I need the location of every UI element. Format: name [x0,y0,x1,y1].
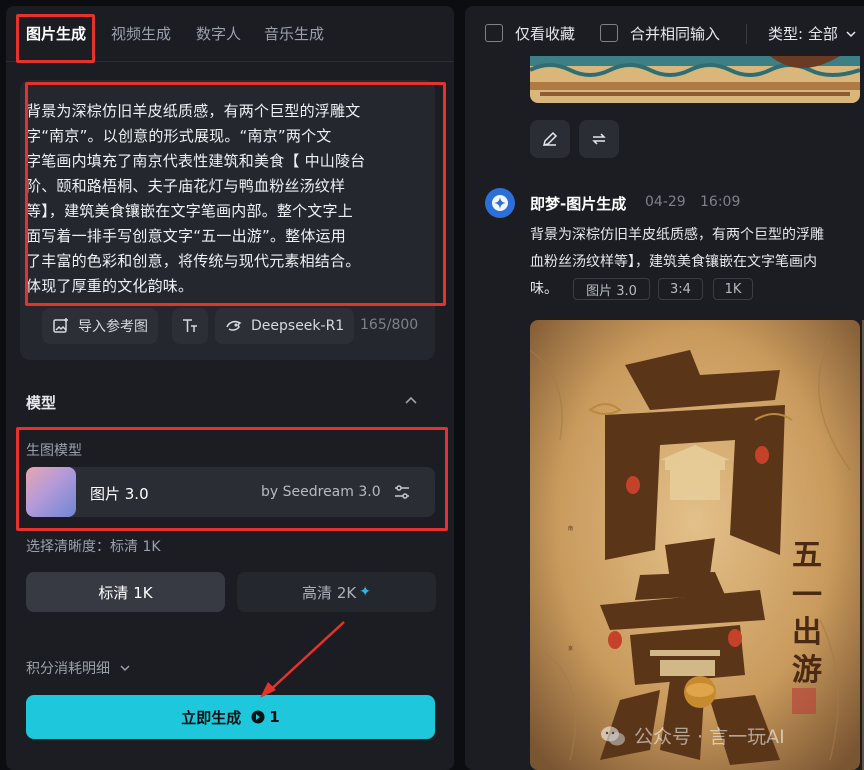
prompt-line: 了丰富的色彩和创意，将传统与现代元素相结合。 [26,252,361,270]
refresh-icon [592,133,606,145]
tag-resolution: 1K [713,278,753,300]
nanjing-poster-art: 五 一 出 游 南 京 [530,320,860,770]
chevron-down-icon [846,30,856,37]
poster-big-char-1: 南 [568,525,573,532]
import-reference-label: 导入参考图 [78,319,148,335]
prompt-line: 面写着一排手写创意文字“五一出游”。整体运用 [26,227,346,245]
favorites-label: 仅看收藏 [515,25,576,43]
tag-ratio: 3:4 [658,278,703,300]
message-time: 16:09 [700,194,741,210]
message-prompt-line: 味。 [530,281,558,297]
watermark-text: 公众号 · 言一玩AI [634,726,785,748]
resolution-1k-label: 标清 1K [98,583,153,602]
prompt-textarea[interactable]: 背景为深棕仿旧羊皮纸质感，有两个巨型的浮雕文 字“南京”。以创意的形式展现。“南… [26,99,416,299]
message-prompt-line: 血粉丝汤纹样等】，建筑美食镶嵌在文字笔画内 [530,254,817,270]
prompt-line: 字“南京”。以创意的形式展现。“南京”两个文 [26,127,332,145]
tab-video-generation[interactable]: 视频生成 [111,24,171,44]
divider [746,24,747,44]
regenerate-button[interactable] [579,120,619,158]
prompt-line: 字笔画内填充了南京代表性建筑和美食【 中山陵台 [26,152,366,170]
tab-music-generation[interactable]: 音乐生成 [264,24,324,44]
filter-bar: 仅看收藏 合并相同输入 类型: 全部 [465,6,864,56]
model-provider: by Seedream 3.0 [261,484,381,500]
credit-cost: 1 [251,708,280,726]
message-prompt-line: 背景为深棕仿旧羊皮纸质感，有两个巨型的浮雕 [530,227,824,243]
image-model-label: 生图模型 [26,443,82,459]
poster-big-char-2: 京 [568,645,573,652]
model-thumbnail [26,467,76,517]
pencil-icon [542,131,558,147]
poster-vertical-char: 游 [792,653,822,688]
chevron-down-icon [120,665,130,672]
previous-result-image[interactable] [530,56,860,103]
watermark: 公众号 · 言一玩AI [600,722,785,749]
tab-bar: 图片生成 视频生成 数字人 音乐生成 [6,6,454,62]
credit-amount: 1 [269,708,280,726]
annotation-arrow [260,621,345,698]
import-reference-button[interactable]: 导入参考图 [42,308,158,344]
left-panel: 图片生成 视频生成 数字人 音乐生成 背景为深棕仿旧羊皮纸质感，有两个巨型的浮雕… [6,6,454,770]
tag-model: 图片 3.0 [573,278,650,300]
poster-vertical-char: 一 [792,578,822,613]
resolution-2k-label: 高清 2K [302,583,357,602]
generated-image[interactable]: 五 一 出 游 南 京 [530,320,860,770]
previous-image-art [530,56,860,103]
favorites-checkbox[interactable] [485,24,503,42]
merge-label: 合并相同输入 [630,25,721,43]
credit-coin-icon [251,710,265,724]
chevron-up-icon[interactable] [402,392,420,410]
image-add-icon [53,318,68,333]
message-date: 04-29 [645,194,686,210]
resolution-1k-button[interactable]: 标清 1K [26,572,225,612]
text-icon [183,319,197,332]
message-title: 即梦-图片生成 [530,195,627,213]
model-section-title: 模型 [26,394,57,412]
model-selector[interactable]: 图片 3.0 by Seedream 3.0 [26,467,435,517]
generate-button[interactable]: 立即生成 1 [26,695,435,739]
deepseek-icon [226,320,242,331]
wechat-icon [601,726,625,745]
prompt-line: 背景为深棕仿旧羊皮纸质感，有两个巨型的浮雕文 [26,102,361,120]
model-name: 图片 3.0 [90,485,149,503]
text-format-button[interactable] [172,308,208,344]
prompt-line: 体现了厚重的文化韵味。 [26,277,194,295]
prompt-line: 等】，建筑美食镶嵌在文字笔画内部。整个文字上 [26,202,353,220]
char-counter: 165/800 [360,317,419,333]
sparkle-icon: ✦ [359,584,371,600]
deepseek-label: Deepseek-R1 [251,318,345,334]
jimeng-avatar [485,188,515,218]
poster-vertical-char: 出 [792,615,822,650]
prompt-line: 阶、颐和路梧桐、夫子庙花灯与鸭血粉丝汤纹样 [26,177,346,195]
right-panel: 仅看收藏 合并相同输入 类型: 全部 即梦-图片生成 04-29 16:09 背… [465,6,864,770]
type-dropdown[interactable]: 类型: 全部 [768,23,858,44]
tab-image-generation[interactable]: 图片生成 [26,24,86,44]
tab-digital-human[interactable]: 数字人 [196,24,241,44]
sparkle-star-icon [492,195,508,211]
settings-sliders-icon[interactable] [392,482,412,502]
resolution-label: 选择清晰度：标清 1K [26,539,161,555]
poster-vertical-char: 五 [792,538,822,573]
merge-checkbox[interactable] [600,24,618,42]
deepseek-button[interactable]: Deepseek-R1 [215,308,355,344]
generate-label: 立即生成 [181,708,242,727]
cost-details-toggle[interactable]: 积分消耗明细 [26,658,132,678]
type-dropdown-label: 类型: 全部 [768,25,838,43]
cost-details-label: 积分消耗明细 [26,661,110,677]
edit-button[interactable] [530,120,570,158]
resolution-2k-button[interactable]: 高清 2K ✦ [237,572,436,612]
